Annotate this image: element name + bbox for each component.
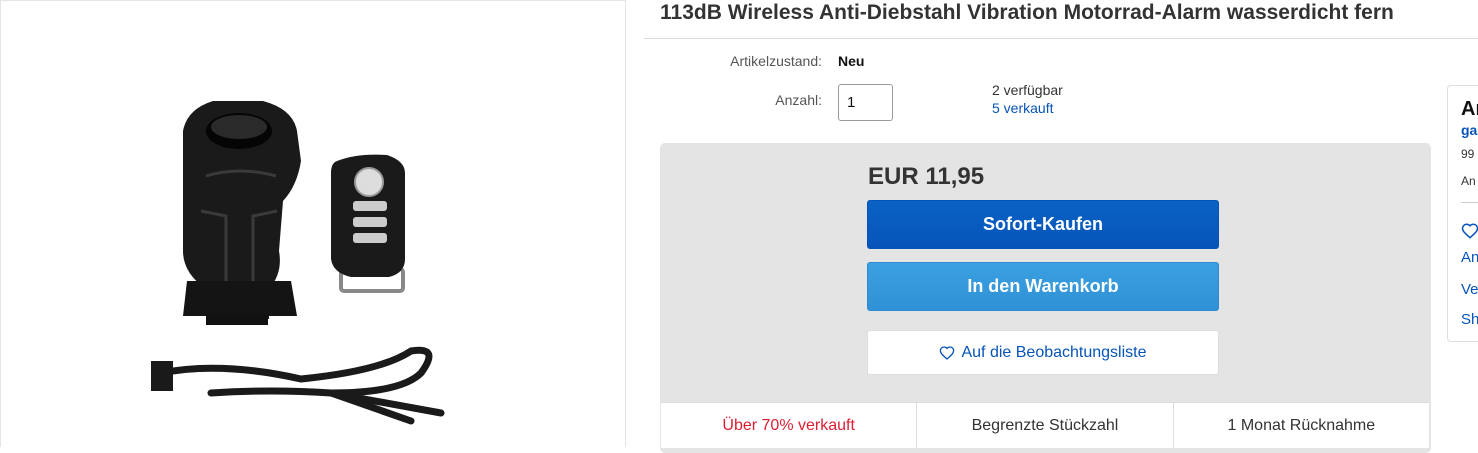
add-to-cart-button[interactable]: In den Warenkorb xyxy=(867,262,1219,311)
buy-now-label: Sofort-Kaufen xyxy=(983,214,1103,234)
condition-value: Neu xyxy=(838,53,865,69)
quantity-label: Anzahl: xyxy=(775,92,822,108)
seller-feedback-percent: 99 xyxy=(1461,147,1475,161)
sales-badges-row: Über 70% verkauft Begrenzte Stückzahl 1 … xyxy=(661,402,1429,448)
seller-link-shop[interactable]: Sh xyxy=(1461,311,1478,328)
alarm-unit-illustration xyxy=(183,101,301,325)
product-title: 113dB Wireless Anti-Diebstahl Vibration … xyxy=(660,1,1394,24)
seller-link-contact[interactable]: Ve xyxy=(1461,281,1478,298)
product-image-panel[interactable] xyxy=(0,0,626,447)
cable-illustration xyxy=(151,346,445,425)
seller-panel-heading: An xyxy=(1461,98,1478,120)
seller-link-save[interactable]: An xyxy=(1461,249,1478,266)
seller-other-info: An xyxy=(1461,174,1476,188)
quantity-input[interactable] xyxy=(838,84,893,121)
seller-name-link[interactable]: ga xyxy=(1461,122,1477,138)
badge-sold-percent: Über 70% verkauft xyxy=(661,403,918,448)
seller-divider xyxy=(1461,202,1478,203)
buy-now-button[interactable]: Sofort-Kaufen xyxy=(867,200,1219,249)
remote-illustration xyxy=(331,154,405,293)
heart-outline-icon xyxy=(940,345,955,360)
price: EUR 11,95 xyxy=(868,163,985,190)
title-divider xyxy=(644,38,1478,39)
watchlist-label: Auf die Beobachtungsliste xyxy=(961,343,1147,361)
sold-count-link[interactable]: 5 verkauft xyxy=(992,100,1053,116)
add-to-watchlist-button[interactable]: Auf die Beobachtungsliste xyxy=(867,330,1219,375)
add-to-cart-label: In den Warenkorb xyxy=(967,276,1119,296)
seller-info-panel: An ga 99 An An Ve Sh xyxy=(1447,85,1478,342)
badge-returns: 1 Monat Rücknahme xyxy=(1227,416,1376,434)
availability-text: 2 verfügbar xyxy=(992,82,1063,98)
heart-outline-icon[interactable] xyxy=(1461,222,1478,240)
product-image[interactable] xyxy=(1,1,627,448)
condition-label: Artikelzustand: xyxy=(730,53,822,69)
badge-limited-stock: Begrenzte Stückzahl xyxy=(917,403,1174,448)
